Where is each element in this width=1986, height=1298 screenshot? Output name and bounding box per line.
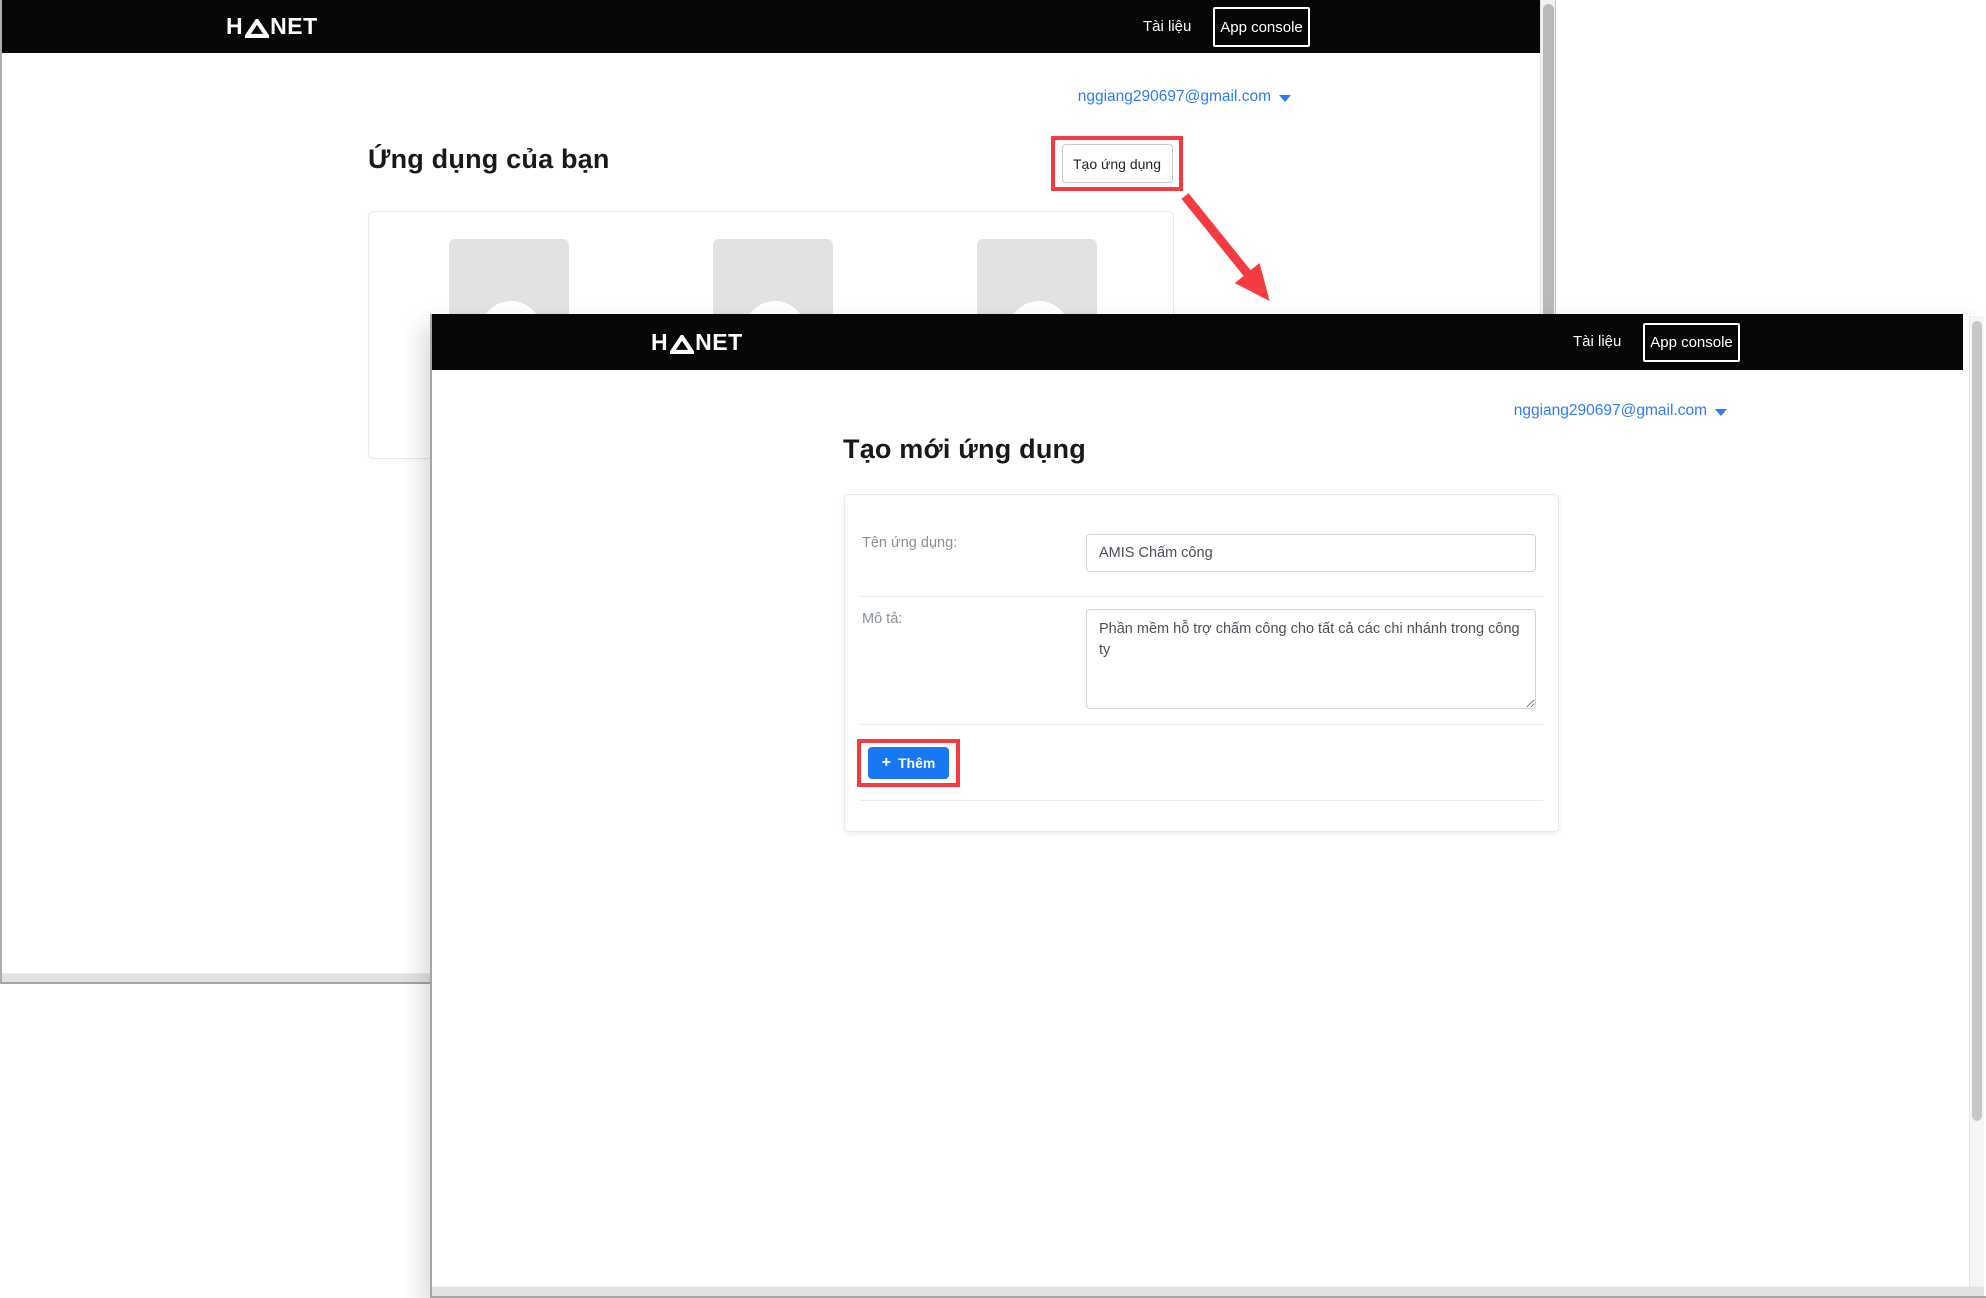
screenshot-canvas: H NET Tài liệu App console nggiang290697… xyxy=(0,0,1986,1298)
logo-triangle-icon xyxy=(670,335,694,354)
divider xyxy=(860,596,1543,597)
account-email: nggiang290697@gmail.com xyxy=(1514,402,1707,420)
logo-triangle-icon xyxy=(245,19,269,38)
logo-text-left: H xyxy=(226,15,243,38)
highlight-box-submit-button: + Thêm xyxy=(857,739,960,787)
create-app-form: Tên ứng dụng: Mô tả: Phần mềm hỗ trợ chấ… xyxy=(844,494,1559,832)
nav-docs-link[interactable]: Tài liệu xyxy=(1573,333,1621,350)
account-menu[interactable]: nggiang290697@gmail.com xyxy=(1514,402,1727,420)
window-create-app: H NET Tài liệu App console nggiang290697… xyxy=(430,314,1986,1298)
highlight-box-create-button: Tạo ứng dụng xyxy=(1051,136,1183,191)
app-name-input[interactable] xyxy=(1086,534,1536,572)
horizontal-scrollbar[interactable] xyxy=(432,1286,1984,1296)
app-name-label: Tên ứng dụng: xyxy=(862,535,957,551)
divider xyxy=(860,800,1543,801)
nav-docs-link[interactable]: Tài liệu xyxy=(1143,18,1191,35)
create-app-button[interactable]: Tạo ứng dụng xyxy=(1062,144,1173,183)
chevron-down-icon xyxy=(1715,409,1727,416)
logo-text-right: NET xyxy=(270,15,318,38)
account-menu[interactable]: nggiang290697@gmail.com xyxy=(1078,88,1291,106)
divider xyxy=(860,724,1543,725)
scrollbar-thumb[interactable] xyxy=(1972,321,1982,1121)
description-textarea[interactable]: Phần mềm hỗ trợ chấm công cho tất cả các… xyxy=(1086,609,1536,709)
add-button[interactable]: + Thêm xyxy=(868,747,949,779)
hanet-logo[interactable]: H NET xyxy=(651,331,743,354)
page-title: Tạo mới ứng dụng xyxy=(843,434,1086,465)
logo-text-right: NET xyxy=(695,331,743,354)
chevron-down-icon xyxy=(1279,95,1291,102)
page-title: Ứng dụng của bạn xyxy=(368,144,610,175)
logo-text-left: H xyxy=(651,331,668,354)
account-email: nggiang290697@gmail.com xyxy=(1078,88,1271,106)
add-button-label: Thêm xyxy=(898,755,935,771)
header-bar: H NET Tài liệu App console xyxy=(432,314,1963,370)
header-bar: H NET Tài liệu App console xyxy=(2,0,1540,53)
plus-icon: + xyxy=(882,755,891,771)
hanet-logo[interactable]: H NET xyxy=(226,15,318,38)
description-label: Mô tả: xyxy=(862,611,902,627)
app-console-button[interactable]: App console xyxy=(1643,323,1740,362)
vertical-scrollbar[interactable] xyxy=(1969,316,1984,1286)
annotation-arrow xyxy=(1176,190,1294,318)
app-console-button[interactable]: App console xyxy=(1213,7,1310,47)
